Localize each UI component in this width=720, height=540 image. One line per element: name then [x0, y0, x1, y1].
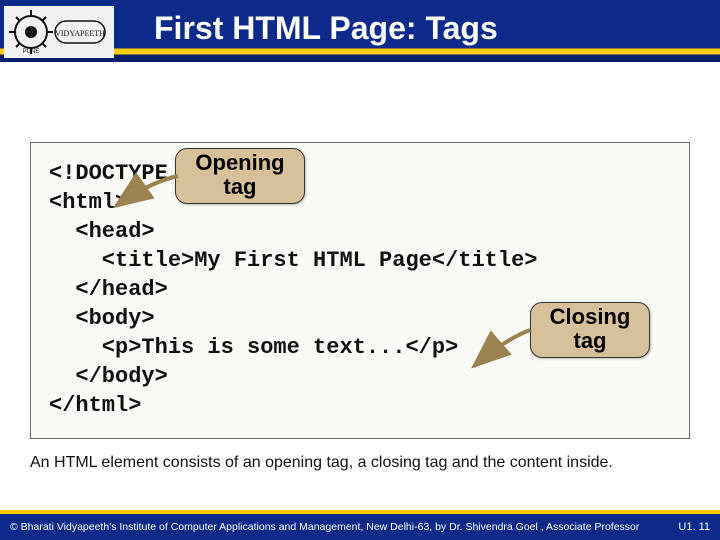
svg-text:VIDYAPEETH: VIDYAPEETH: [55, 29, 105, 38]
callout-text: Opening: [190, 151, 290, 175]
opening-tag-callout: Opening tag: [175, 148, 305, 204]
callout-text: Closing: [545, 305, 635, 329]
closing-tag-callout: Closing tag: [530, 302, 650, 358]
footer-copyright: © Bharati Vidyapeeth's Institute of Comp…: [10, 521, 639, 533]
code-line: </html>: [49, 393, 141, 418]
code-line: <p>This is some text...</p>: [49, 335, 458, 360]
code-line: <title>My First HTML Page</title>: [49, 248, 537, 273]
code-line: <head>: [49, 219, 155, 244]
code-line: </head>: [49, 277, 168, 302]
institute-logo: VIDYAPEETH PUNE: [4, 6, 114, 58]
caption-text: An HTML element consists of an opening t…: [30, 453, 690, 473]
code-line: </body>: [49, 364, 168, 389]
footer-page-number: U1. 11: [678, 521, 710, 533]
slide-header: VIDYAPEETH PUNE First HTML Page: Tags: [0, 0, 720, 62]
slide-footer: © Bharati Vidyapeeth's Institute of Comp…: [0, 510, 720, 540]
slide-content: <!DOCTYPE HTML> <html> <head> <title>My …: [0, 62, 720, 439]
callout-text: tag: [545, 329, 635, 353]
svg-text:PUNE: PUNE: [23, 49, 40, 55]
slide-title: First HTML Page: Tags: [154, 10, 498, 47]
code-box: <!DOCTYPE HTML> <html> <head> <title>My …: [30, 142, 690, 439]
callout-text: tag: [190, 175, 290, 199]
code-line: <html>: [49, 190, 128, 215]
code-line: <body>: [49, 306, 155, 331]
